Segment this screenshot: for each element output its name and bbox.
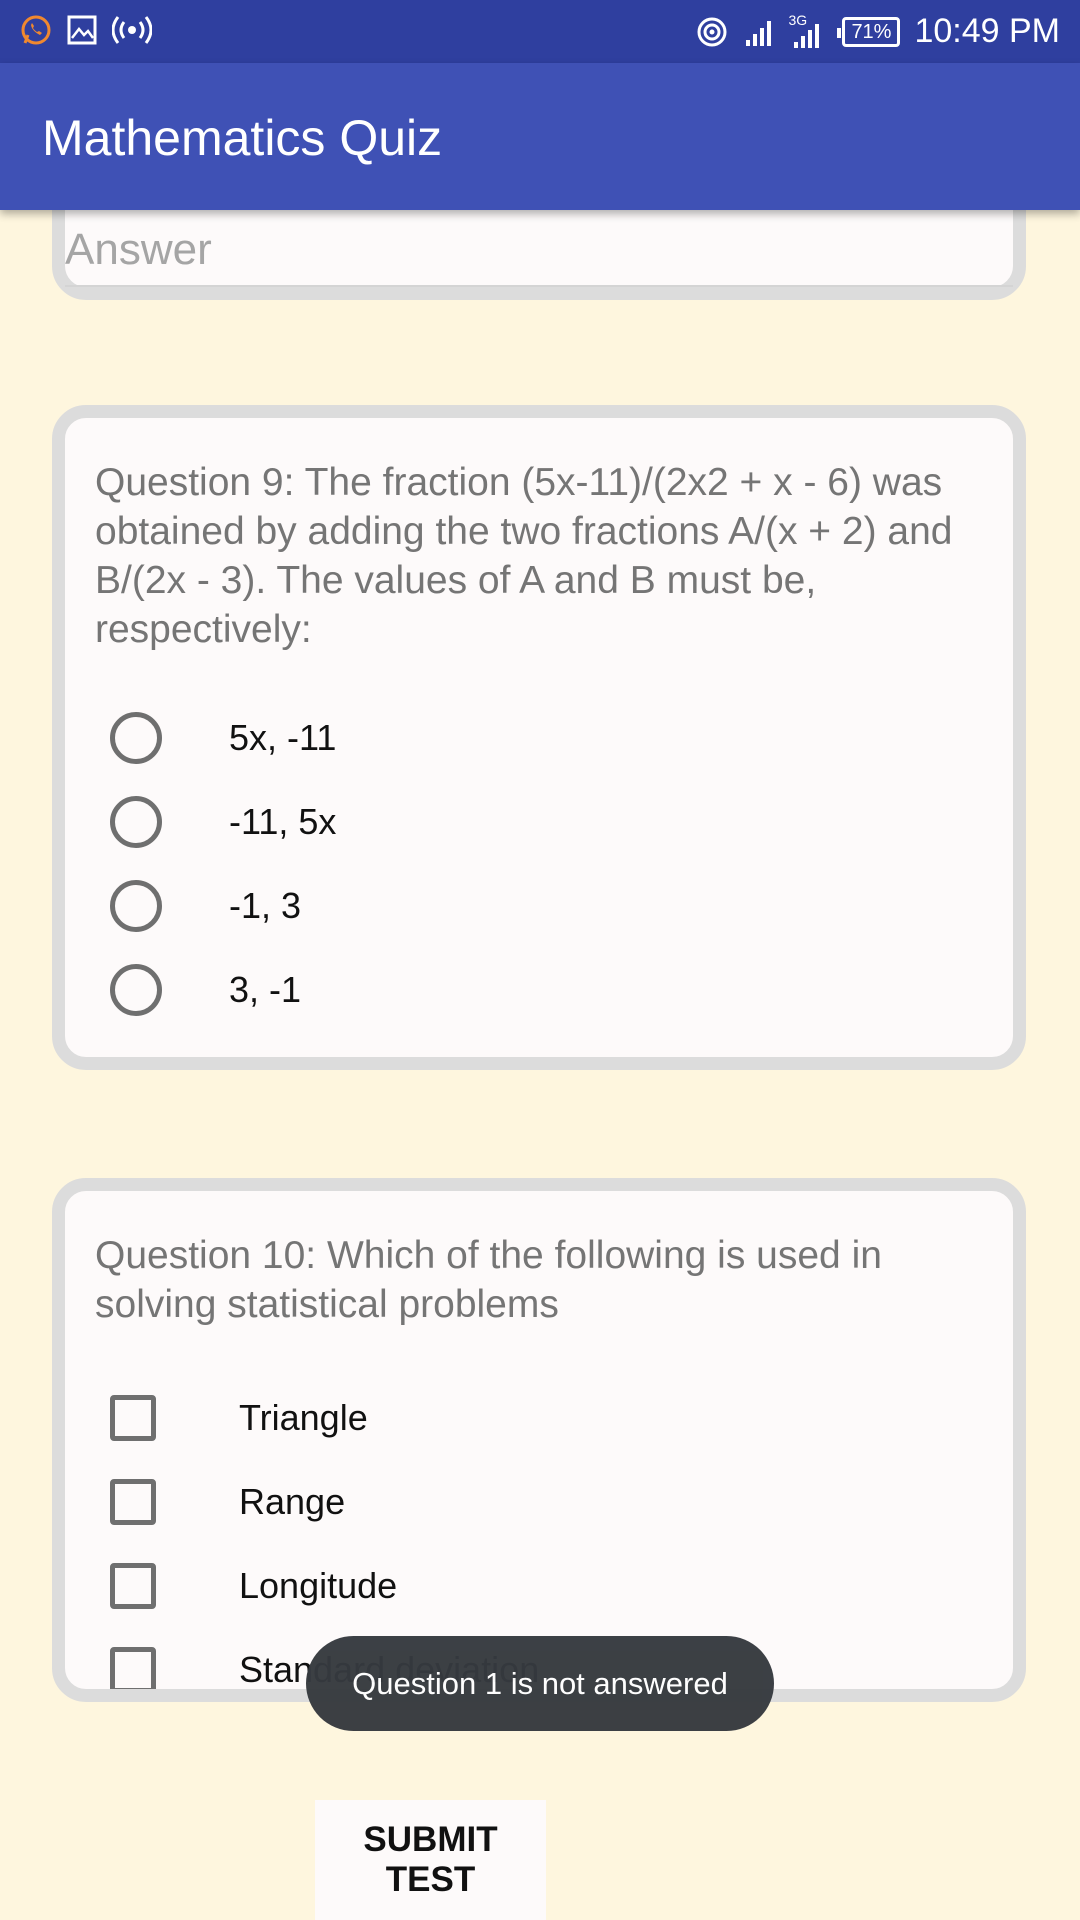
broadcast-icon <box>112 16 152 44</box>
option-checkbox[interactable]: Range <box>110 1472 345 1532</box>
option-radio[interactable]: 5x, -11 <box>110 708 336 768</box>
toast-message: Question 1 is not answered <box>306 1636 774 1731</box>
option-radio[interactable]: -1, 3 <box>110 876 301 936</box>
option-label: 3, -1 <box>229 969 302 1010</box>
app-title: Mathematics Quiz <box>42 110 443 166</box>
option-radio[interactable]: 3, -1 <box>110 960 301 1020</box>
answer-placeholder: Answer <box>65 225 212 274</box>
signal-icon <box>746 20 772 46</box>
question-text: Question 10: Which of the following is u… <box>95 1234 882 1326</box>
option-label: 5x, -11 <box>229 717 337 758</box>
option-checkbox[interactable]: Longitude <box>110 1556 397 1616</box>
radio-button-icon[interactable] <box>110 796 162 848</box>
option-radio[interactable]: -11, 5x <box>110 792 336 852</box>
option-label: Longitude <box>239 1565 398 1606</box>
hotspot-icon <box>697 17 727 46</box>
checkbox-icon[interactable] <box>110 1647 156 1689</box>
app-bar: Mathematics Quiz <box>0 63 1080 210</box>
option-label: -1, 3 <box>229 885 302 926</box>
radio-button-icon[interactable] <box>110 880 162 932</box>
radio-button-icon[interactable] <box>110 712 162 764</box>
submit-test-button[interactable]: SUBMIT TEST <box>315 1800 546 1920</box>
system-icons: 3G 71% 10:49 PM <box>696 0 1060 63</box>
option-label: Triangle <box>239 1397 368 1438</box>
status-bar: 3G 71% 10:49 PM <box>0 0 1080 63</box>
question-card-10: Question 10: Which of the following is u… <box>52 1178 1026 1702</box>
image-icon <box>67 15 97 45</box>
question-text: Question 9: The fraction (5x-11)/(2x2 + … <box>95 461 953 651</box>
question-card-9: Question 9: The fraction (5x-11)/(2x2 + … <box>52 405 1026 1070</box>
option-label: -11, 5x <box>229 801 337 842</box>
checkbox-icon[interactable] <box>110 1395 156 1441</box>
signal-3g-icon: 3G <box>788 12 828 48</box>
option-checkbox[interactable]: Triangle <box>110 1388 368 1448</box>
battery-icon: 71% <box>837 16 901 47</box>
radio-button-icon[interactable] <box>110 964 162 1016</box>
whatsapp-icon <box>21 15 51 45</box>
option-label: Range <box>239 1481 346 1522</box>
checkbox-icon[interactable] <box>110 1479 156 1525</box>
notification-icons <box>20 14 152 46</box>
checkbox-icon[interactable] <box>110 1563 156 1609</box>
battery-level: 71% <box>851 20 892 43</box>
clock: 10:49 PM <box>914 12 1060 50</box>
answer-input[interactable]: Answer <box>65 223 1013 287</box>
